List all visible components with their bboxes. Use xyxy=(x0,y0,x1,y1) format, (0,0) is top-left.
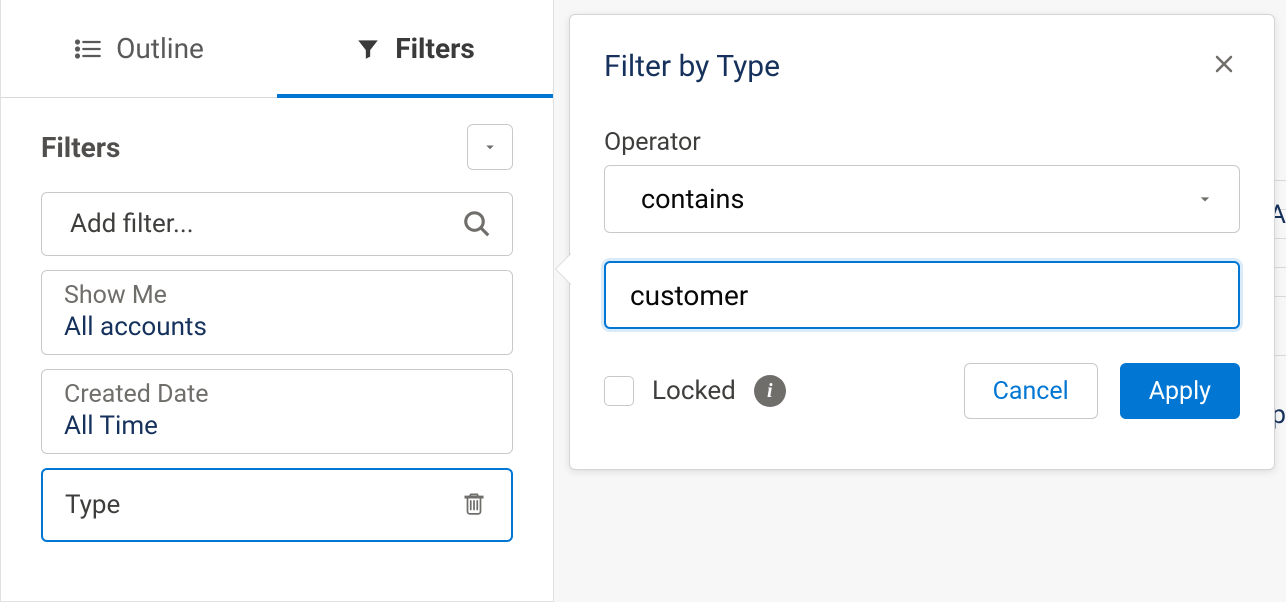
outline-icon xyxy=(74,35,102,63)
filter-label: Created Date xyxy=(64,380,490,409)
operator-select[interactable]: contains xyxy=(604,165,1240,233)
locked-checkbox[interactable] xyxy=(604,376,634,406)
operator-value: contains xyxy=(641,183,744,215)
filter-value: All Time xyxy=(64,411,490,441)
filter-card-created-date[interactable]: Created Date All Time xyxy=(41,369,513,454)
add-filter-input[interactable] xyxy=(70,209,462,239)
info-icon[interactable]: i xyxy=(754,375,786,407)
apply-button[interactable]: Apply xyxy=(1120,363,1240,419)
filter-label: Type xyxy=(65,490,120,520)
tab-outline[interactable]: Outline xyxy=(1,0,277,97)
tab-filters[interactable]: Filters xyxy=(277,0,553,97)
sidebar-tabs: Outline Filters xyxy=(1,0,553,98)
add-filter-input-wrap[interactable] xyxy=(41,192,513,256)
popover-arrow xyxy=(556,253,572,285)
filters-title: Filters xyxy=(41,131,120,164)
close-button[interactable] xyxy=(1208,45,1240,88)
tab-filters-label: Filters xyxy=(395,32,474,65)
filters-menu-button[interactable] xyxy=(467,124,513,170)
chevron-down-icon xyxy=(1195,189,1215,209)
chevron-down-icon xyxy=(481,138,499,156)
cancel-button[interactable]: Cancel xyxy=(964,363,1098,419)
close-icon xyxy=(1212,52,1236,76)
filter-card-show-me[interactable]: Show Me All accounts xyxy=(41,270,513,355)
trash-icon xyxy=(461,490,487,516)
filter-value-input[interactable] xyxy=(604,261,1240,329)
filter-popover: Filter by Type Operator contains Locked … xyxy=(569,14,1275,470)
delete-filter-button[interactable] xyxy=(457,486,491,524)
popover-title: Filter by Type xyxy=(604,49,780,84)
funnel-icon xyxy=(355,36,381,62)
filter-card-type[interactable]: Type xyxy=(41,468,513,542)
locked-label: Locked xyxy=(652,376,736,406)
filters-sidebar: Outline Filters Filters Show Me All acco… xyxy=(0,0,554,602)
filter-label: Show Me xyxy=(64,281,490,310)
operator-label: Operator xyxy=(604,128,1240,157)
search-icon xyxy=(462,209,492,239)
tab-outline-label: Outline xyxy=(116,32,204,65)
filter-value: All accounts xyxy=(64,312,490,342)
